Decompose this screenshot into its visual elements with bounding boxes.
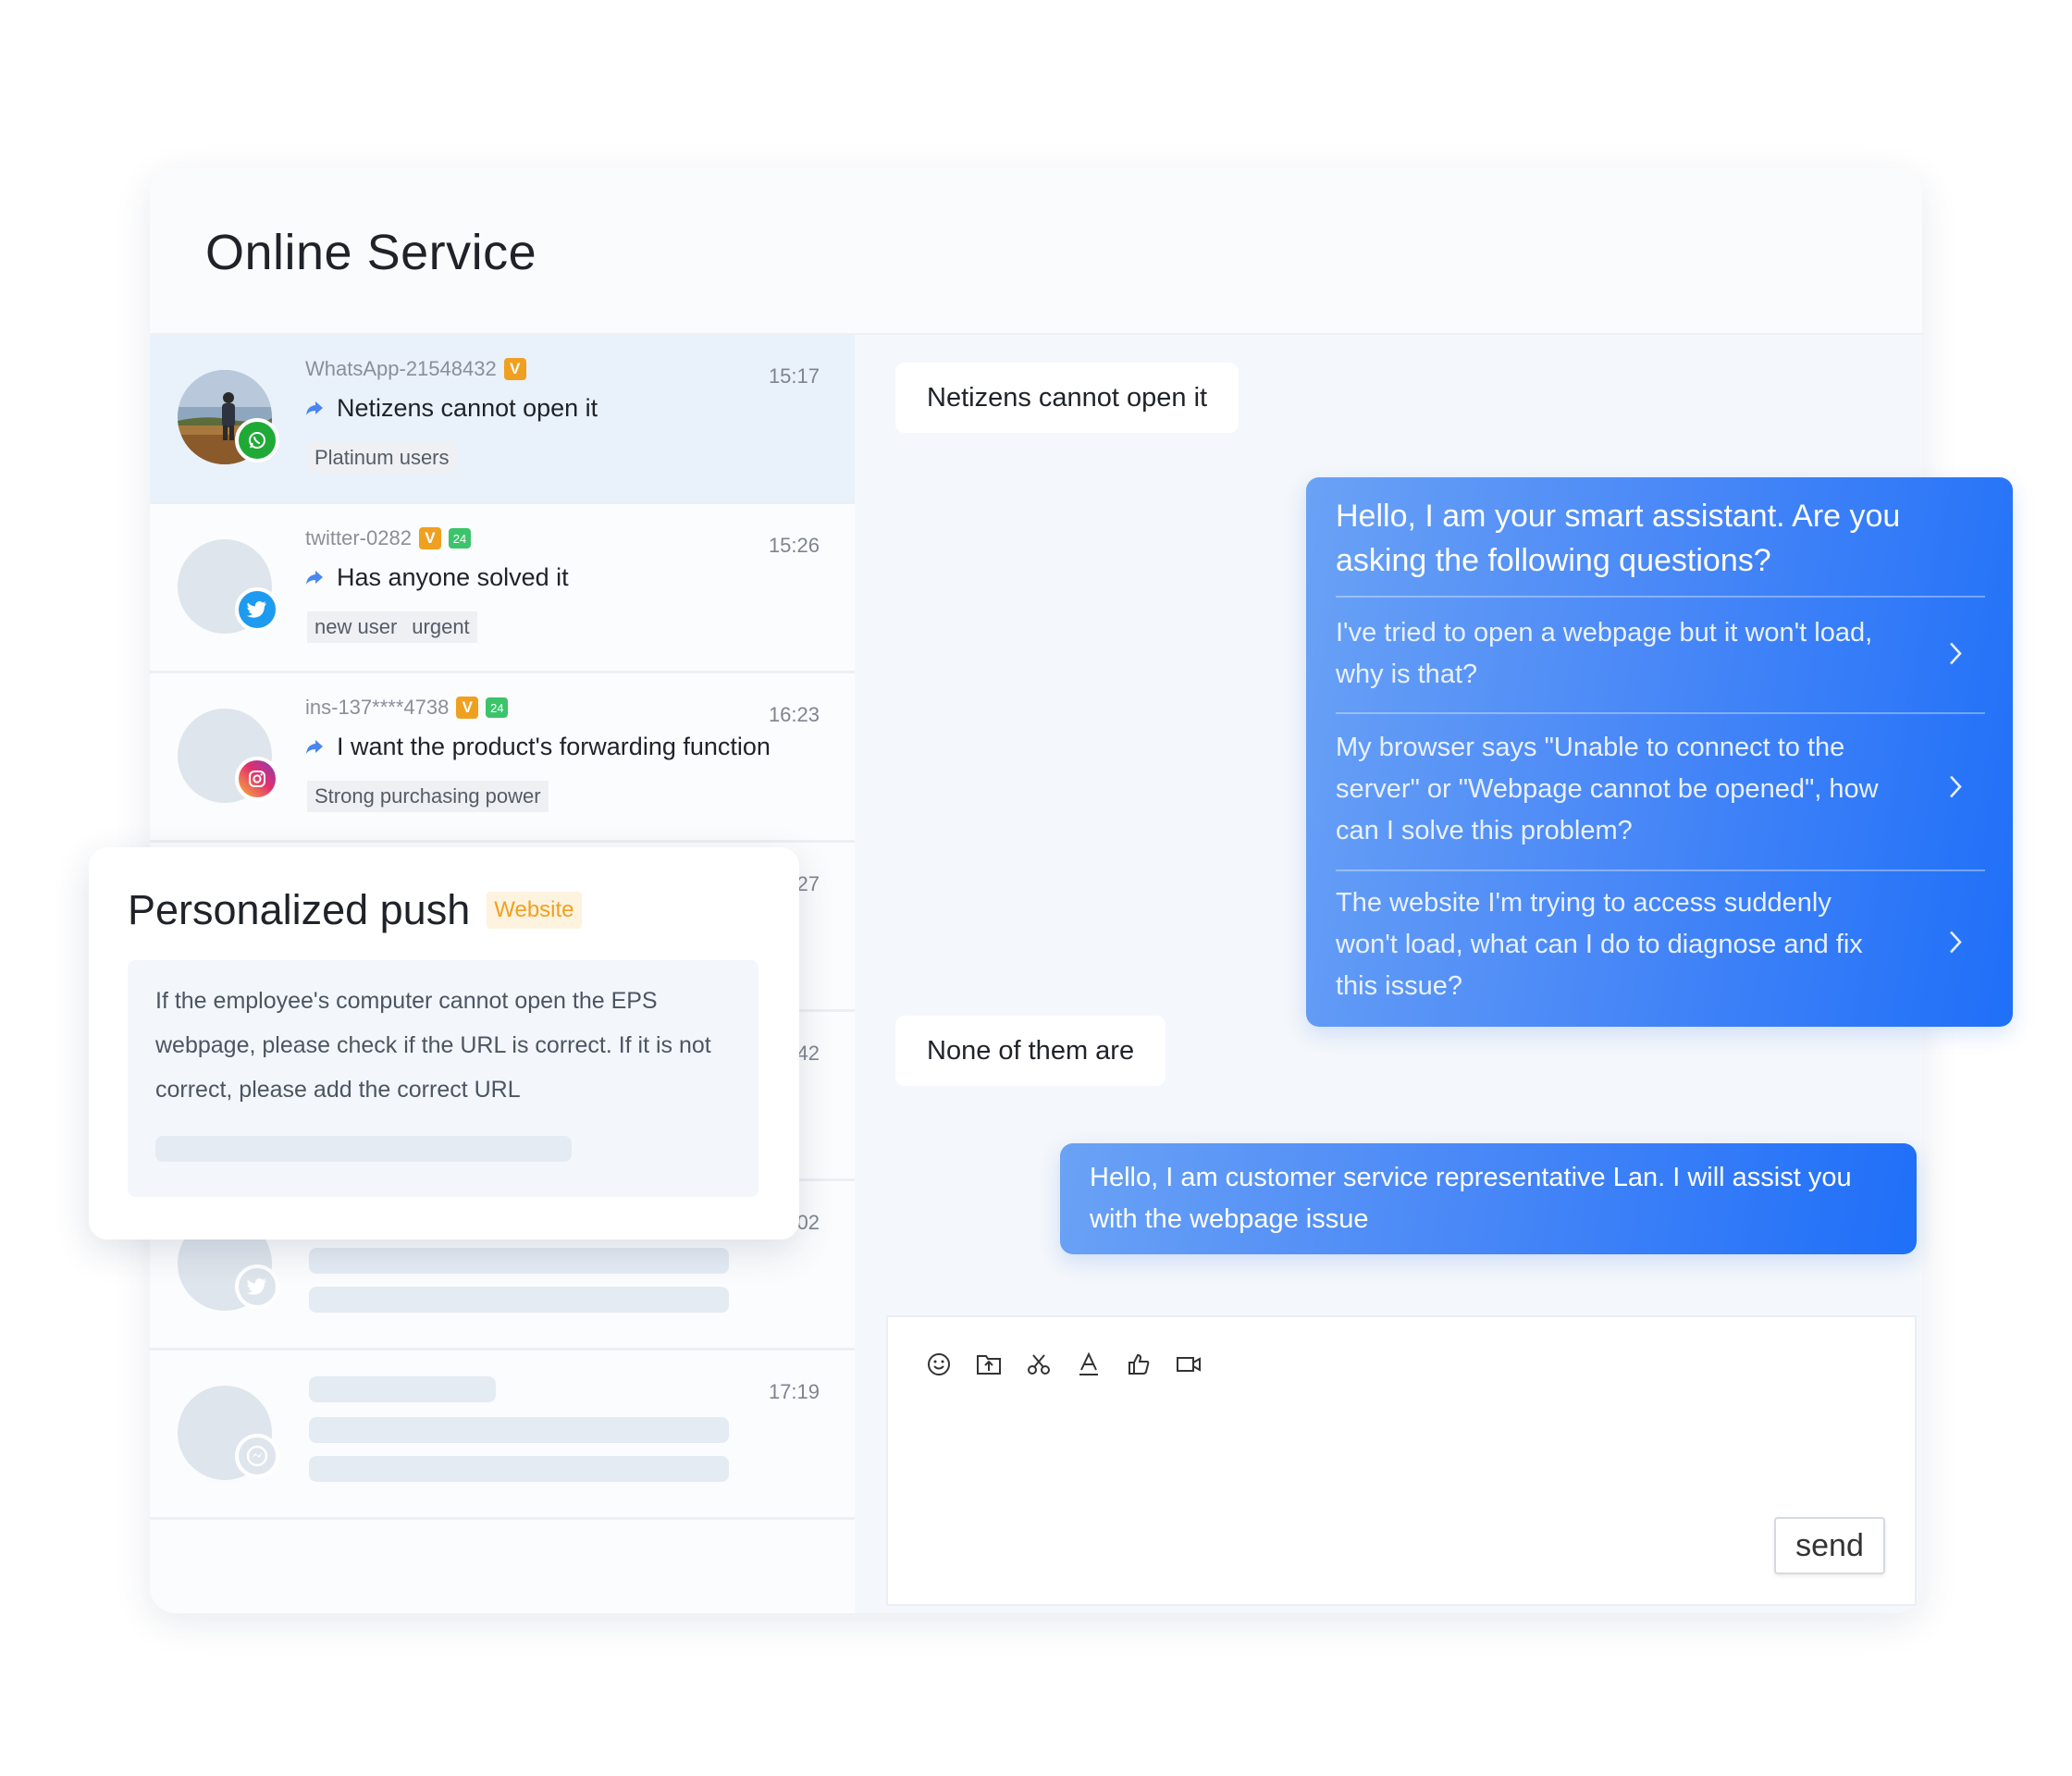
tag-list: Strong purchasing power <box>307 781 549 812</box>
last-message: Netizens cannot open it <box>305 394 598 423</box>
conversation-time: 16:23 <box>768 703 820 726</box>
vip-badge: V <box>503 358 526 380</box>
whatsapp-icon <box>235 418 279 462</box>
twitter-icon <box>235 587 279 632</box>
last-message: I want the product's forwarding function <box>305 733 771 761</box>
instagram-icon <box>235 757 279 801</box>
tag-list: Platinum users <box>307 442 457 474</box>
vip-badge: V <box>456 697 479 719</box>
vip-badge: V <box>418 527 441 549</box>
chevron-right-icon <box>1948 638 1963 680</box>
loading-placeholder <box>309 1417 729 1443</box>
push-header: Personalized push Website <box>128 886 582 934</box>
bot-suggestion-card: Hello, I am your smart assistant. Are yo… <box>1306 477 2013 1027</box>
push-title: Personalized push <box>128 886 471 933</box>
chevron-right-icon <box>1948 927 1963 968</box>
suggested-question[interactable]: My browser says "Unable to connect to th… <box>1336 727 1985 857</box>
last-message-text: Has anyone solved it <box>337 563 569 591</box>
suggested-question-text: I've tried to open a webpage but it won'… <box>1336 618 1873 689</box>
conversation-time: 15:17 <box>768 364 820 388</box>
contact-name: ins-137****4738 <box>305 696 450 719</box>
composer-toolbar <box>925 1350 1202 1378</box>
forward-icon <box>305 563 324 592</box>
push-text: If the employee's computer cannot open t… <box>155 988 711 1103</box>
page-title: Online Service <box>205 225 537 280</box>
conversation-item[interactable]: ins-137****4738 V 24 16:23 I want the pr… <box>150 673 855 843</box>
incoming-message: None of them are <box>895 1016 1166 1086</box>
last-message: Has anyone solved it <box>305 563 569 592</box>
suggested-question-text: The website I'm trying to access suddenl… <box>1336 888 1863 1001</box>
conversation-time: 15:26 <box>768 534 820 557</box>
customer-tag: new user <box>307 611 405 643</box>
customer-tag: Platinum users <box>307 442 457 474</box>
divider <box>1336 596 1985 598</box>
messenger-icon <box>235 1434 279 1478</box>
contact-name: WhatsApp-21548432 <box>305 357 497 380</box>
twitter-icon <box>235 1264 279 1309</box>
customer-tag: urgent <box>404 611 477 643</box>
last-message-text: I want the product's forwarding function <box>337 733 771 760</box>
scissors-icon[interactable] <box>1025 1350 1053 1378</box>
suggested-question[interactable]: The website I'm trying to access suddenl… <box>1336 882 1985 1012</box>
contact-name: twitter-0282 <box>305 526 412 549</box>
conversation-time: 17:19 <box>768 1380 820 1403</box>
agent-message: Hello, I am customer service representat… <box>1060 1143 1917 1254</box>
suggested-question[interactable]: I've tried to open a webpage but it won'… <box>1336 612 1985 705</box>
customer-tag: Strong purchasing power <box>307 781 549 812</box>
forward-icon <box>305 733 324 761</box>
emoji-icon[interactable] <box>925 1350 953 1378</box>
hours-badge: 24 <box>448 528 471 549</box>
loading-placeholder <box>309 1287 729 1313</box>
incoming-message: Netizens cannot open it <box>895 363 1240 433</box>
conversation-name: twitter-0282 V 24 <box>305 526 471 550</box>
send-button[interactable]: send <box>1774 1517 1885 1574</box>
divider <box>1336 712 1985 714</box>
agent-message-text: Hello, I am customer service representat… <box>1090 1163 1852 1234</box>
loading-placeholder <box>309 1248 729 1274</box>
bot-greeting: Hello, I am your smart assistant. Are yo… <box>1336 499 1901 578</box>
push-content[interactable]: If the employee's computer cannot open t… <box>128 960 758 1197</box>
conversation-item[interactable]: 17:19 <box>150 1350 855 1520</box>
conversation-item[interactable]: WhatsApp-21548432 V 15:17 Netizens canno… <box>150 335 855 504</box>
suggested-question-text: My browser says "Unable to connect to th… <box>1336 733 1879 845</box>
last-message-text: Netizens cannot open it <box>337 394 598 422</box>
tag-list: new user urgent <box>307 611 477 643</box>
video-icon[interactable] <box>1175 1350 1202 1378</box>
conversation-name: WhatsApp-21548432 V <box>305 357 526 381</box>
folder-upload-icon[interactable] <box>975 1350 1003 1378</box>
loading-placeholder <box>309 1456 729 1482</box>
loading-placeholder <box>155 1136 572 1162</box>
hours-badge: 24 <box>486 697 509 718</box>
conversation-name: ins-137****4738 V 24 <box>305 696 509 720</box>
conversation-item[interactable]: twitter-0282 V 24 15:26 Has anyone solve… <box>150 504 855 673</box>
text-format-icon[interactable] <box>1075 1350 1103 1378</box>
forward-icon <box>305 394 324 423</box>
message-composer[interactable]: send <box>886 1315 1917 1606</box>
divider <box>1336 870 1985 871</box>
thumbs-up-icon[interactable] <box>1125 1350 1153 1378</box>
source-tag: Website <box>487 892 582 929</box>
chevron-right-icon <box>1948 771 1963 813</box>
personalized-push-panel: Personalized push Website If the employe… <box>89 847 799 1240</box>
loading-placeholder <box>309 1376 496 1402</box>
